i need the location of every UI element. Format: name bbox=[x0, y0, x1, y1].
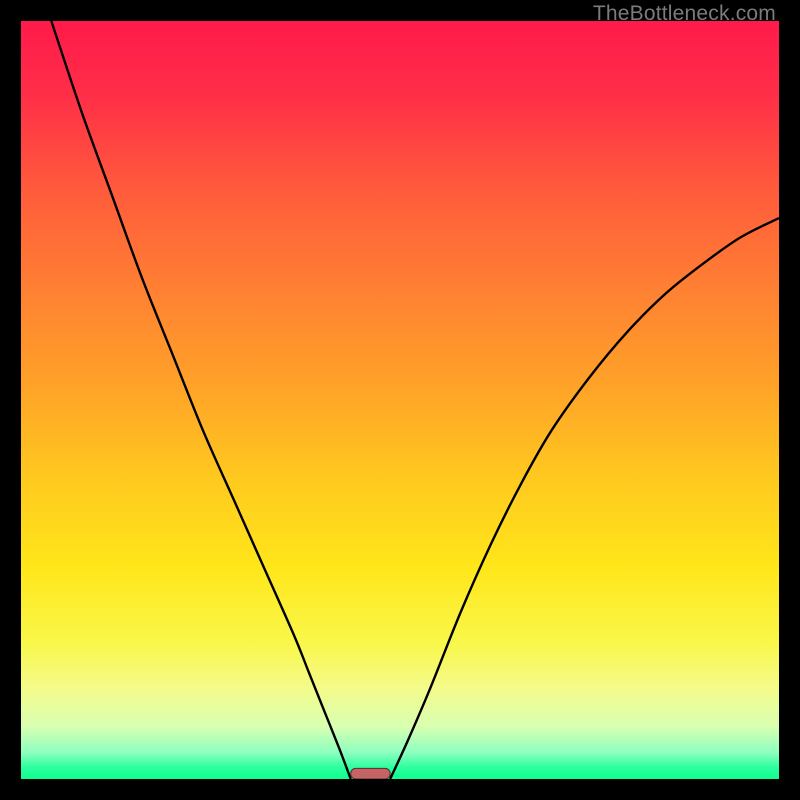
gradient-background bbox=[21, 21, 779, 779]
chart-frame bbox=[21, 21, 779, 779]
bottleneck-marker bbox=[351, 768, 390, 779]
bottleneck-chart bbox=[21, 21, 779, 779]
